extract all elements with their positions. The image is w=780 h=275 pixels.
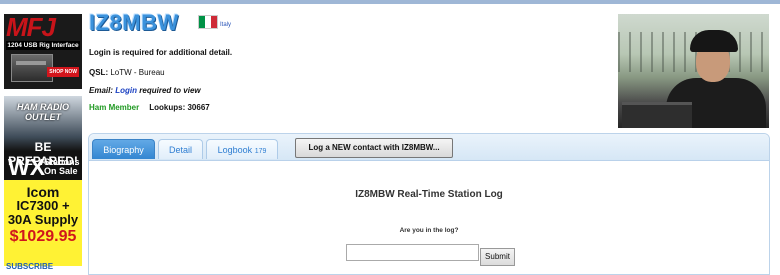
mfj-logo: MFJ [6, 14, 56, 42]
mfj-ad[interactable]: MFJ 1204 USB Rig Interface SHOP NOW [4, 14, 82, 89]
login-required-note: Login is required for additional detail. [89, 48, 233, 57]
logbook-count: 179 [254, 148, 267, 155]
tab-strip: Biography Detail Logbook 179 Log a NEW c… [89, 134, 769, 161]
lookups-count: 30667 [187, 103, 210, 112]
italy-flag-icon [198, 15, 218, 29]
country-label[interactable]: Italy [220, 22, 231, 28]
icom-price: $1029.95 [9, 228, 77, 245]
station-log-title: IZ8MBW Real-Time Station Log [355, 189, 503, 200]
log-contact-button[interactable]: Log a NEW contact with IZ8MBW... [295, 138, 453, 158]
icom-model: IC7300 + [16, 198, 70, 213]
email-login-link[interactable]: Login [115, 86, 137, 95]
qsl-info: QSL: LoTW - Bureau [89, 68, 165, 77]
hro-brand: HAM RADIO OUTLET [17, 102, 69, 122]
callsign-search-input[interactable] [346, 244, 479, 261]
in-log-prompt: Are you in the log? [399, 227, 459, 234]
icom-ad[interactable]: Icom IC7300 + 30A Supply $1029.95 [4, 180, 82, 266]
browser-top-bar [0, 0, 780, 4]
icom-brand: Icom [26, 184, 60, 200]
icom-supply: 30A Supply [7, 212, 79, 227]
shop-now-button[interactable]: SHOP NOW [47, 67, 79, 77]
operator-photo [618, 14, 769, 128]
tab-detail[interactable]: Detail [158, 139, 203, 159]
hro-stations: Stations On Sale [44, 157, 80, 176]
callsign-title: IZ8MBW [89, 10, 179, 35]
hro-wx: WX [8, 154, 46, 180]
ham-member-badge: Ham Member [89, 103, 140, 112]
member-info: Ham Member Lookups: 30667 [89, 103, 210, 112]
profile-tab-panel: Biography Detail Logbook 179 Log a NEW c… [88, 133, 770, 275]
submit-button[interactable]: Submit [480, 248, 515, 266]
email-info: Email: Login required to view [89, 86, 201, 95]
tab-biography[interactable]: Biography [92, 139, 155, 159]
tab-logbook[interactable]: Logbook 179 [206, 139, 278, 159]
hro-ad[interactable]: HAM RADIO OUTLET BE PREPARED! WX Station… [4, 96, 82, 188]
mfj-ad-subtitle: 1204 USB Rig Interface [6, 41, 80, 50]
